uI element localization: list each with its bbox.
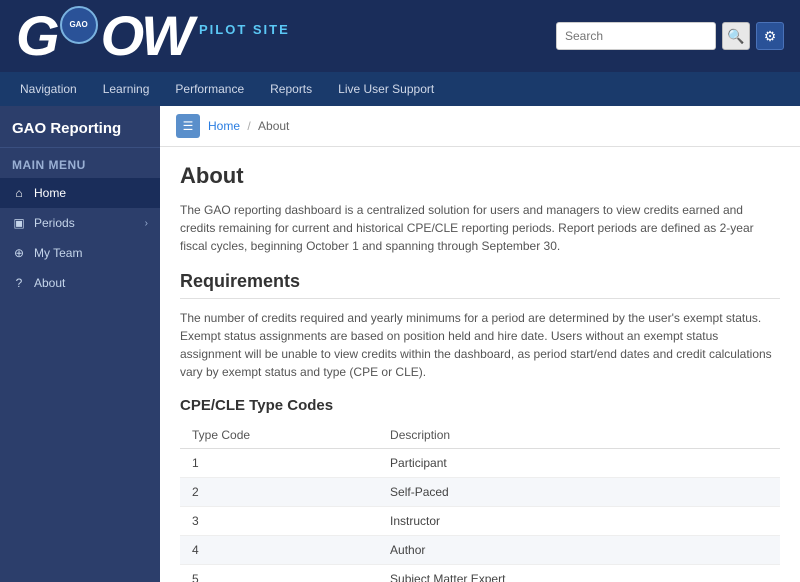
- gear-icon: ⚙: [764, 28, 777, 45]
- sidebar: GAO Reporting Main Menu ⌂ Home ▣ Periods…: [0, 106, 160, 582]
- gao-badge-text: GAO: [69, 21, 87, 29]
- sidebar-item-periods[interactable]: ▣ Periods ›: [0, 208, 160, 238]
- type-codes-table: Type Code Description 1 Participant 2 Se…: [180, 422, 780, 582]
- cell-type-code: 1: [180, 449, 378, 478]
- logo-ow: OW: [101, 8, 191, 64]
- search-button[interactable]: 🔍: [722, 22, 750, 50]
- cell-description: Instructor: [378, 507, 780, 536]
- sidebar-item-home-label: Home: [34, 186, 66, 200]
- nav-learning[interactable]: Learning: [91, 76, 162, 102]
- sidebar-menu-label: Main Menu: [0, 148, 160, 178]
- list-icon: ☰: [183, 119, 194, 133]
- about-description: The GAO reporting dashboard is a central…: [180, 201, 780, 255]
- sidebar-item-home[interactable]: ⌂ Home: [0, 178, 160, 208]
- page-title: About: [180, 163, 780, 189]
- table-section-title: CPE/CLE Type Codes: [180, 397, 780, 414]
- sidebar-item-myteam[interactable]: ⊕ My Team: [0, 238, 160, 268]
- header: G GAO OW PILOT SITE 🔍 ⚙: [0, 0, 800, 72]
- sidebar-item-myteam-label: My Team: [34, 246, 82, 260]
- cell-type-code: 2: [180, 478, 378, 507]
- home-icon: ⌂: [12, 186, 26, 200]
- breadcrumb-icon: ☰: [176, 114, 200, 138]
- main-layout: GAO Reporting Main Menu ⌂ Home ▣ Periods…: [0, 106, 800, 582]
- search-icon: 🔍: [727, 28, 744, 45]
- sidebar-title: GAO Reporting: [0, 106, 160, 148]
- cell-description: Participant: [378, 449, 780, 478]
- requirements-text: The number of credits required and yearl…: [180, 309, 780, 381]
- settings-button[interactable]: ⚙: [756, 22, 784, 50]
- logo-g: G: [16, 8, 57, 64]
- cell-type-code: 5: [180, 565, 378, 582]
- pilot-site-text: PILOT SITE: [199, 22, 290, 37]
- col-description: Description: [378, 422, 780, 449]
- nav-live-support[interactable]: Live User Support: [326, 76, 446, 102]
- table-row: 4 Author: [180, 536, 780, 565]
- table-row: 2 Self-Paced: [180, 478, 780, 507]
- periods-icon: ▣: [12, 216, 26, 230]
- sidebar-item-about-label: About: [34, 276, 65, 290]
- cell-type-code: 3: [180, 507, 378, 536]
- table-row: 1 Participant: [180, 449, 780, 478]
- content-area: ☰ Home / About About The GAO reporting d…: [160, 106, 800, 582]
- cell-description: Self-Paced: [378, 478, 780, 507]
- chevron-right-icon: ›: [145, 218, 148, 229]
- col-type-code: Type Code: [180, 422, 378, 449]
- nav-navigation[interactable]: Navigation: [8, 76, 89, 102]
- gao-badge: GAO: [60, 6, 98, 44]
- nav-performance[interactable]: Performance: [163, 76, 256, 102]
- breadcrumb: Home / About: [208, 119, 289, 133]
- search-input[interactable]: [556, 22, 716, 50]
- table-row: 3 Instructor: [180, 507, 780, 536]
- about-icon: ?: [12, 276, 26, 290]
- sidebar-item-about[interactable]: ? About: [0, 268, 160, 298]
- breadcrumb-bar: ☰ Home / About: [160, 106, 800, 147]
- sidebar-item-periods-label: Periods: [34, 216, 75, 230]
- nav-reports[interactable]: Reports: [258, 76, 324, 102]
- logo-area: G GAO OW PILOT SITE: [16, 8, 290, 64]
- table-header-row: Type Code Description: [180, 422, 780, 449]
- breadcrumb-separator: /: [247, 119, 254, 133]
- requirements-title: Requirements: [180, 271, 780, 299]
- breadcrumb-current: About: [258, 119, 289, 133]
- cell-description: Subject Matter Expert: [378, 565, 780, 582]
- breadcrumb-home-link[interactable]: Home: [208, 119, 240, 133]
- content-body: About The GAO reporting dashboard is a c…: [160, 147, 800, 582]
- table-row: 5 Subject Matter Expert: [180, 565, 780, 582]
- cell-description: Author: [378, 536, 780, 565]
- header-right: 🔍 ⚙: [556, 22, 784, 50]
- team-icon: ⊕: [12, 246, 26, 260]
- navbar: Navigation Learning Performance Reports …: [0, 72, 800, 106]
- cell-type-code: 4: [180, 536, 378, 565]
